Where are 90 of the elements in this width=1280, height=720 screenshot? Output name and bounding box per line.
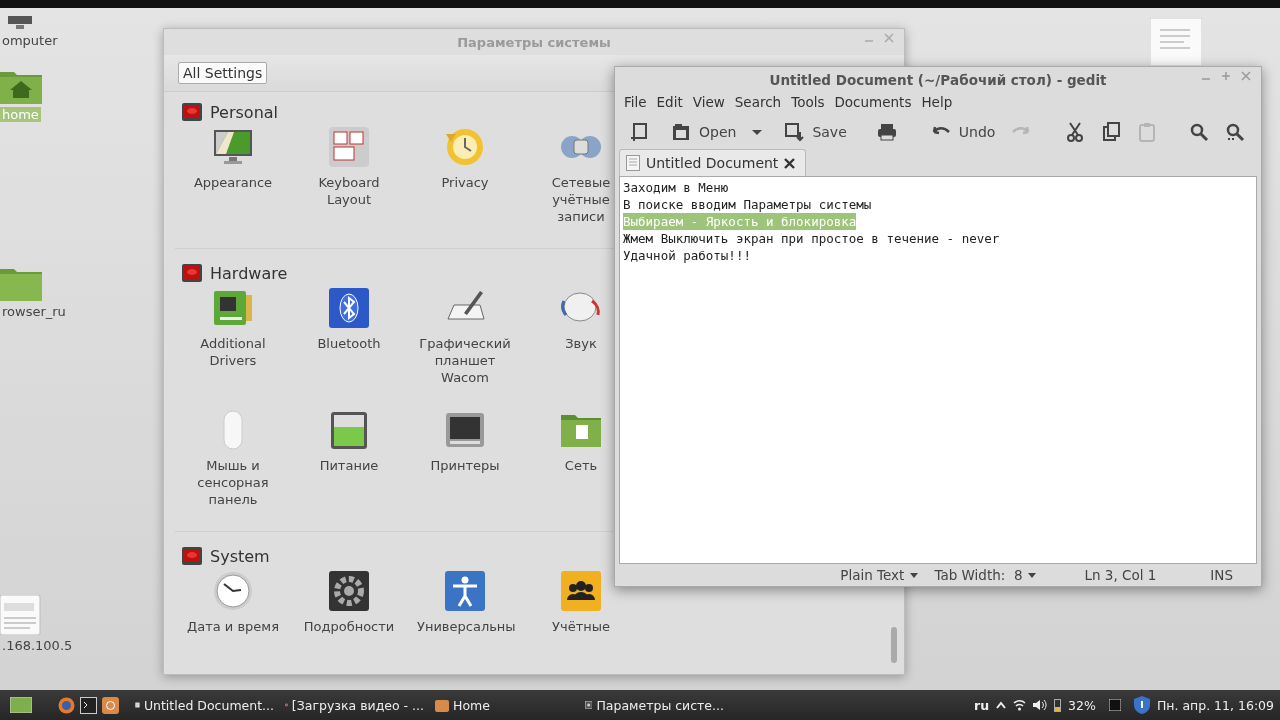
section-title: Hardware: [210, 263, 288, 283]
close-icon[interactable]: [784, 157, 796, 169]
taskbar-button[interactable]: Untitled Document...: [131, 693, 278, 717]
terminal-icon[interactable]: [80, 696, 97, 714]
tab-title: Untitled Document: [646, 155, 779, 171]
keyboard-layout[interactable]: ru: [974, 697, 990, 713]
document-icon: [626, 155, 640, 171]
menu-item[interactable]: Search: [729, 94, 787, 110]
section-title: Personal: [210, 102, 278, 122]
tab-width-selector[interactable]: Tab Width: 8: [934, 567, 1037, 583]
save-icon: [784, 122, 805, 142]
settings-item[interactable]: Keyboard Layout: [301, 174, 397, 208]
section-icon: [182, 103, 202, 121]
keyboard-icon: [328, 126, 370, 168]
settings-item[interactable]: Мышь и сенсорная панель: [185, 457, 281, 508]
language-selector[interactable]: Plain Text: [840, 567, 919, 583]
section-icon: [182, 264, 202, 282]
settings-item[interactable]: Подробности: [303, 618, 395, 635]
taskbar-button[interactable]: Home: [431, 693, 578, 717]
insert-mode: INS: [1210, 567, 1233, 583]
text-line: Заходим в Меню: [623, 179, 729, 196]
settings-item[interactable]: Звук: [565, 335, 597, 352]
scissors-icon: [1065, 122, 1086, 142]
clock-icon: [212, 570, 254, 612]
taskbar-button[interactable]: [Загрузка видео - ...: [281, 693, 428, 717]
settings-item[interactable]: Additional Drivers: [185, 335, 281, 369]
volume-icon[interactable]: [1033, 699, 1048, 711]
all-settings-button[interactable]: All Settings: [178, 62, 268, 84]
menu-item[interactable]: File: [619, 94, 652, 110]
settings-item[interactable]: Appearance: [193, 174, 273, 191]
settings-item[interactable]: Privacy: [441, 174, 489, 191]
settings-item[interactable]: Универсальны: [417, 618, 513, 635]
settings-item[interactable]: Сетевые учётные записи: [549, 174, 613, 225]
settings-item[interactable]: Дата и время: [187, 618, 279, 635]
text-line: В поиске вводим Параметры системы: [623, 196, 872, 213]
new-document-icon: [629, 122, 649, 142]
accessibility-icon: [444, 570, 486, 612]
section-title: System: [210, 546, 270, 566]
settings-item[interactable]: Bluetooth: [317, 335, 381, 352]
undo-button[interactable]: Undo: [924, 120, 1002, 144]
clipboard-icon: [1137, 122, 1158, 142]
battery-icon[interactable]: [1054, 698, 1062, 712]
caret-icon: [910, 572, 919, 578]
battery-percentage: 32%: [1068, 697, 1096, 713]
taskbar-button[interactable]: Параметры систе...: [581, 693, 728, 717]
settings-icon: [585, 698, 593, 712]
gear-icon: [328, 570, 370, 612]
save-button[interactable]: Save: [778, 120, 853, 144]
caret-icon: [752, 129, 763, 135]
folder-icon[interactable]: [102, 696, 119, 714]
printer-icon: [876, 122, 897, 142]
chevron-up-icon[interactable]: [996, 701, 1007, 709]
bluetooth-icon: [328, 287, 370, 329]
settings-item[interactable]: Учётные: [552, 618, 610, 635]
settings-item[interactable]: Питание: [319, 457, 379, 474]
open-button[interactable]: Open: [665, 120, 743, 144]
cursor-position: Ln 3, Col 1: [1084, 567, 1157, 583]
desktop-icon-label[interactable]: .168.100.5: [0, 638, 75, 653]
document-tab[interactable]: Untitled Document: [619, 149, 807, 176]
document-icon: [1150, 18, 1202, 66]
search-more-icon: [1225, 122, 1246, 142]
clock[interactable]: Пн. апр. 11, 16:09: [1156, 697, 1274, 713]
window-title: Параметры системы: [457, 34, 611, 50]
text-file-icon: [0, 595, 42, 635]
text-editor[interactable]: Заходим в Меню В поиске вводим Параметры системы Выбираем - Яркость и блокировка Жмем Выключить экран при простое в течение - never Удачной работы!!!: [619, 176, 1257, 564]
settings-item[interactable]: Принтеры: [430, 457, 500, 474]
menu-item[interactable]: Documents: [829, 94, 917, 110]
users-icon: [560, 570, 602, 612]
caret-icon: [1028, 572, 1037, 578]
menu-item[interactable]: Edit: [651, 94, 688, 110]
browser-icon[interactable]: [58, 696, 75, 714]
section-icon: [182, 547, 202, 565]
settings-item[interactable]: Сеть: [564, 457, 598, 474]
desktop-icon-label[interactable]: rowser_ru: [0, 304, 68, 319]
wifi-icon[interactable]: [1013, 699, 1027, 711]
shield-icon[interactable]: [1133, 696, 1150, 714]
settings-item[interactable]: Графический планшет Wacom: [417, 335, 513, 386]
text-line: Жмем Выключить экран при простое в течение - never: [623, 230, 1000, 247]
scrollbar-thumb[interactable]: [891, 627, 897, 663]
search-icon: [1189, 122, 1210, 142]
menu-item[interactable]: View: [687, 94, 730, 110]
folder-icon: [435, 698, 449, 712]
desktop-icon-label[interactable]: omputer: [0, 33, 60, 48]
menu-item[interactable]: Help: [916, 94, 958, 110]
window-title: Untitled Document (~/Рабочий стол) - gedit: [769, 71, 1107, 88]
copy-icon: [1101, 122, 1122, 142]
battery-icon: [328, 409, 370, 451]
menu-item[interactable]: Tools: [786, 94, 830, 110]
folder-icon: [671, 122, 691, 142]
text-line: Удачной работы!!!: [623, 247, 751, 264]
